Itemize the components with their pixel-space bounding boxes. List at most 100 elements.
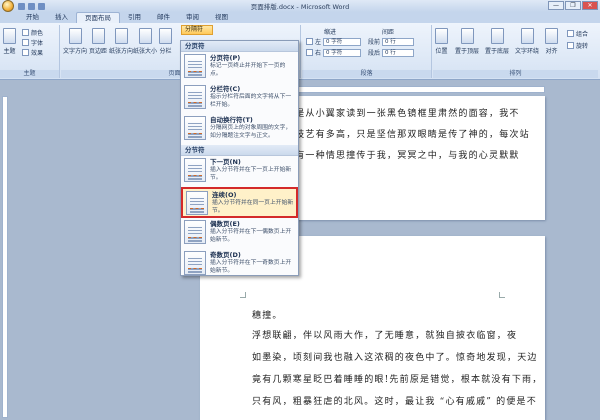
- theme-colors-button[interactable]: 颜色: [22, 28, 43, 37]
- indent-right-icon: [306, 49, 313, 56]
- theme-effects-label: 效果: [31, 50, 44, 57]
- indent-right-row: 右 0 字符: [306, 48, 362, 57]
- columns-label: 分栏: [159, 48, 172, 55]
- paragraph-group: 缩进 左 0 字符 右 0 字符 间距 段前 0 行 段后 0 行 段落: [302, 25, 432, 78]
- themes-label: 主题: [3, 48, 16, 55]
- doc-line: 穗撞。: [252, 311, 283, 321]
- bring-front-icon: [460, 28, 474, 44]
- text-direction-label: 文字方向: [63, 48, 88, 55]
- effects-icon: [22, 49, 29, 56]
- group-label: 组合: [576, 31, 589, 38]
- margins-button[interactable]: 页边距: [89, 28, 107, 55]
- doc-line: 只是从小翼家读到一张黑色镜框里肃然的面容，我不: [285, 109, 520, 119]
- menu-item-desc: 指示分栏符后面的文字将从下一栏开始。: [210, 94, 292, 108]
- themes-group: 主题 颜色 字体 效果 主题: [0, 25, 60, 78]
- menu-item-desc: 插入分节符并在下一偶数页上开始新节。: [210, 229, 292, 243]
- columns-icon: [159, 28, 172, 44]
- position-button[interactable]: 位置: [435, 28, 448, 55]
- doc-line: 的技艺有多高，只是坚信那双眼睛是传了神的，每次站: [285, 130, 530, 140]
- spacing-before-label: 段前: [368, 39, 381, 46]
- send-back-button[interactable]: 置于底层: [485, 28, 509, 55]
- spacing-before-input[interactable]: 0 行: [382, 37, 415, 46]
- tab-review[interactable]: 审阅: [178, 12, 207, 23]
- title-bar: 页面排版.docx - Microsoft Word — ❐ ✕: [0, 0, 600, 12]
- menu-item-title: 奇数页(D): [210, 251, 241, 259]
- bring-front-button[interactable]: 置于顶层: [455, 28, 479, 55]
- text-direction-button[interactable]: 文字方向: [63, 28, 87, 55]
- orientation-button[interactable]: 纸张方向: [109, 28, 133, 55]
- text-wrap-icon: [520, 28, 534, 44]
- text-direction-icon: [68, 28, 82, 44]
- margin-corner-mark: [240, 292, 246, 298]
- tab-view[interactable]: 视图: [207, 12, 236, 23]
- themes-button[interactable]: 主题: [3, 28, 16, 55]
- theme-fonts-button[interactable]: 字体: [22, 38, 43, 47]
- indent-left-label: 左: [315, 39, 322, 46]
- margins-label: 页边距: [89, 48, 108, 55]
- indent-left-input[interactable]: 0 字符: [323, 37, 362, 46]
- menu-item-desc: 标记一页终止并开始下一页的点。: [210, 63, 286, 77]
- tab-references[interactable]: 引用: [120, 12, 149, 23]
- menu-item-even-page[interactable]: 偶数页(E) 插入分节符并在下一偶数页上开始新节。: [181, 218, 298, 249]
- indent-right-input[interactable]: 0 字符: [323, 48, 362, 57]
- rotate-label: 旋转: [576, 43, 589, 50]
- theme-effects-button[interactable]: 效果: [22, 48, 43, 57]
- next-page-break-icon: [184, 158, 206, 182]
- send-back-label: 置于底层: [485, 48, 510, 55]
- orientation-icon: [114, 28, 128, 44]
- indent-heading: 缩进: [324, 27, 336, 36]
- menu-item-page-break[interactable]: 分页符(P) 标记一页终止并开始下一页的点。: [181, 52, 298, 83]
- paragraph-group-label: 段落: [302, 70, 431, 78]
- orientation-label: 纸张方向: [109, 48, 134, 55]
- menu-item-title: 分栏符(C): [210, 85, 241, 93]
- doc-line: 竟有几颗寒星眨巴着睡睡的眼!先前原是错觉，根本就没有下雨，: [252, 375, 543, 385]
- menu-item-column-break[interactable]: 分栏符(C) 指示分栏符后面的文字将从下一栏开始。: [181, 83, 298, 114]
- spacing-heading: 间距: [382, 27, 394, 36]
- group-button[interactable]: 组合: [567, 29, 588, 38]
- tab-insert[interactable]: 插入: [47, 12, 76, 23]
- window-controls: — ❐ ✕: [548, 1, 598, 10]
- size-label: 纸张大小: [133, 48, 158, 55]
- tab-home[interactable]: 开始: [18, 12, 47, 23]
- bring-front-label: 置于顶层: [455, 48, 480, 55]
- minimize-button[interactable]: —: [548, 1, 564, 10]
- even-page-break-icon: [184, 220, 206, 244]
- text-wrap-button[interactable]: 文字环绕: [515, 28, 539, 55]
- menu-item-odd-page[interactable]: 奇数页(D) 插入分节符并在下一奇数页上开始新节。: [181, 249, 298, 280]
- ribbon-tabs: 开始 插入 页面布局 引用 邮件 审阅 视图: [0, 12, 600, 23]
- page-break-icon: [184, 54, 206, 78]
- breaks-button[interactable]: 分隔符: [181, 25, 213, 35]
- columns-button[interactable]: 分栏: [159, 28, 172, 55]
- position-label: 位置: [435, 48, 448, 55]
- align-button[interactable]: 对齐: [545, 28, 558, 55]
- tab-mailings[interactable]: 邮件: [149, 12, 178, 23]
- size-icon: [138, 28, 152, 44]
- close-button[interactable]: ✕: [582, 1, 598, 10]
- arrange-group-label: 排列: [433, 70, 598, 78]
- size-button[interactable]: 纸张大小: [133, 28, 157, 55]
- doc-line: 只有风，粗暴狂虐的北风。这时，最让我 “心有戚戚” 的便是不: [252, 397, 537, 407]
- send-back-icon: [490, 28, 504, 44]
- text-wrap-label: 文字环绕: [515, 48, 540, 55]
- menu-item-text-wrapping-break[interactable]: 自动换行符(T) 分隔网页上的对象周围的文字，如分隔题注文字与正文。: [181, 114, 298, 145]
- spacing-after-label: 段后: [368, 50, 381, 57]
- menu-item-continuous[interactable]: 连续(O) 插入分节符并在同一页上开始新节。: [181, 187, 298, 218]
- continuous-break-icon: [186, 191, 208, 215]
- menu-item-next-page[interactable]: 下一页(N) 插入分节符并在下一页上开始新节。: [181, 156, 298, 187]
- menu-item-title: 偶数页(E): [210, 220, 240, 228]
- spacing-before-row: 段前 0 行: [368, 37, 415, 46]
- margin-corner-mark: [499, 292, 505, 298]
- vertical-ruler[interactable]: [2, 96, 8, 418]
- page-breaks-header: 分页符: [181, 41, 298, 52]
- margins-icon: [91, 28, 105, 44]
- spacing-after-input[interactable]: 0 行: [382, 48, 415, 57]
- doc-line: 如墨染，顷刻间我也融入这浓稠的夜色中了。惊奇地发现，天边: [252, 353, 538, 363]
- column-break-icon: [184, 85, 206, 109]
- text-wrapping-break-icon: [184, 116, 206, 140]
- tab-page-layout[interactable]: 页面布局: [76, 12, 120, 23]
- maximize-button[interactable]: ❐: [565, 1, 581, 10]
- indent-right-label: 右: [315, 50, 322, 57]
- rotate-button[interactable]: 旋转: [567, 41, 588, 50]
- position-icon: [435, 28, 448, 44]
- theme-fonts-label: 字体: [31, 40, 44, 47]
